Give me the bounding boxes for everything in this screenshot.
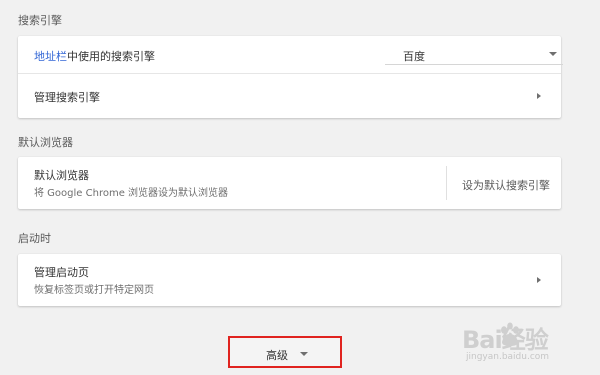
make-default-button[interactable]: 设为默认搜索引擎 bbox=[462, 177, 550, 193]
manage-startup-label: 管理启动页 bbox=[34, 266, 89, 279]
manage-search-engines-label: 管理搜索引擎 bbox=[34, 91, 100, 104]
address-bar-link[interactable]: 地址栏 bbox=[34, 50, 67, 63]
advanced-label: 高级 bbox=[266, 349, 288, 362]
watermark-url: jingyan.baidu.com bbox=[466, 352, 550, 362]
settings-page: 搜索引擎 地址栏中使用的搜索引擎 百度 管理搜索引擎 默认浏览器 默认浏览器 将… bbox=[0, 0, 600, 375]
advanced-button[interactable]: 高级 bbox=[228, 336, 342, 368]
divider bbox=[446, 166, 447, 200]
default-browser-card: 默认浏览器 将 Google Chrome 浏览器设为默认浏览器 设为默认搜索引… bbox=[18, 157, 561, 209]
address-bar-engine-label: 地址栏中使用的搜索引擎 bbox=[34, 48, 155, 64]
default-browser-label: 默认浏览器 bbox=[34, 169, 89, 182]
baidu-jingyan-watermark: Bai经验 jingyan.baidu.com bbox=[462, 318, 592, 374]
chevron-right-icon bbox=[537, 277, 541, 283]
manage-startup-description: 恢复标签页或打开特定网页 bbox=[34, 285, 154, 296]
search-engine-select-value: 百度 bbox=[403, 50, 425, 63]
section-title-startup: 启动时 bbox=[18, 232, 51, 245]
search-engine-card: 地址栏中使用的搜索引擎 百度 管理搜索引擎 bbox=[18, 36, 563, 118]
default-browser-description: 将 Google Chrome 浏览器设为默认浏览器 bbox=[34, 188, 229, 199]
address-bar-engine-row: 地址栏中使用的搜索引擎 百度 bbox=[18, 36, 563, 73]
caret-down-icon bbox=[549, 52, 557, 56]
startup-card: 管理启动页 恢复标签页或打开特定网页 bbox=[18, 254, 561, 306]
manage-startup-row[interactable]: 管理启动页 恢复标签页或打开特定网页 bbox=[18, 254, 561, 306]
default-browser-row: 默认浏览器 将 Google Chrome 浏览器设为默认浏览器 设为默认搜索引… bbox=[18, 157, 561, 209]
section-title-search-engine: 搜索引擎 bbox=[18, 14, 62, 27]
section-title-default-browser: 默认浏览器 bbox=[18, 136, 73, 149]
baidu-paw-icon bbox=[501, 322, 519, 346]
caret-down-icon bbox=[300, 352, 308, 356]
address-bar-label-rest: 中使用的搜索引擎 bbox=[67, 50, 155, 63]
search-engine-select[interactable]: 百度 bbox=[385, 45, 563, 65]
manage-search-engines-row[interactable]: 管理搜索引擎 bbox=[18, 73, 561, 118]
chevron-right-icon bbox=[537, 93, 541, 99]
